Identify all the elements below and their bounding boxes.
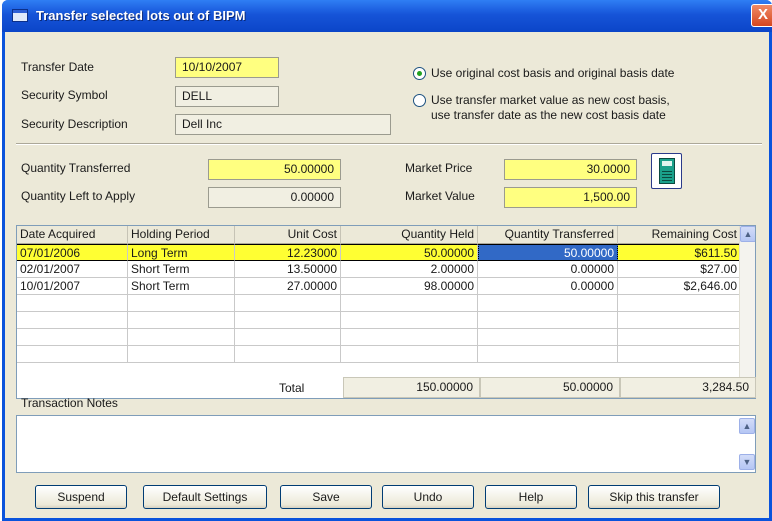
- market-price-label: Market Price: [405, 161, 473, 175]
- table-row[interactable]: 10/01/2007 Short Term 27.00000 98.00000 …: [17, 278, 741, 295]
- col-remaining-cost[interactable]: Remaining Cost: [618, 226, 741, 244]
- table-scrollbar[interactable]: ▲ ▼: [739, 226, 755, 398]
- total-quantity-held: 150.00000: [343, 377, 480, 398]
- close-button[interactable]: X: [751, 4, 772, 27]
- window-icon: [12, 9, 28, 22]
- basis-option-original-label: Use original cost basis and original bas…: [431, 66, 675, 80]
- cell-holding-period[interactable]: Short Term: [128, 261, 235, 278]
- scroll-up-icon[interactable]: ▲: [740, 226, 755, 242]
- scroll-down-icon[interactable]: ▼: [739, 454, 755, 470]
- cell-quantity-transferred[interactable]: 0.00000: [478, 278, 618, 295]
- transaction-notes-label: Transaction Notes: [21, 396, 118, 410]
- radio-original-basis[interactable]: [413, 67, 426, 80]
- security-description-field[interactable]: Dell Inc: [175, 114, 391, 135]
- basis-option-market[interactable]: Use transfer market value as new cost ba…: [413, 93, 670, 123]
- scroll-up-icon[interactable]: ▲: [739, 418, 755, 434]
- market-value-label: Market Value: [405, 189, 475, 203]
- skip-transfer-button[interactable]: Skip this transfer: [588, 485, 720, 509]
- qty-transferred-label: Quantity Transferred: [21, 161, 131, 175]
- title-bar[interactable]: Transfer selected lots out of BIPM X: [2, 0, 772, 32]
- transfer-dialog: Transfer selected lots out of BIPM X Tra…: [2, 0, 772, 521]
- cell-quantity-held[interactable]: 50.00000: [341, 244, 478, 261]
- market-value-field[interactable]: 1,500.00: [504, 187, 637, 208]
- separator: [16, 143, 762, 145]
- security-symbol-field[interactable]: DELL: [175, 86, 279, 107]
- calculator-icon: [659, 158, 675, 184]
- cell-holding-period[interactable]: Short Term: [128, 278, 235, 295]
- col-holding-period[interactable]: Holding Period: [128, 226, 235, 244]
- cell-unit-cost[interactable]: 27.00000: [235, 278, 341, 295]
- col-unit-cost[interactable]: Unit Cost: [235, 226, 341, 244]
- lots-table[interactable]: Date Acquired Holding Period Unit Cost Q…: [16, 225, 756, 399]
- basis-option-original[interactable]: Use original cost basis and original bas…: [413, 66, 674, 81]
- market-price-field[interactable]: 30.0000: [504, 159, 637, 180]
- security-description-label: Security Description: [21, 117, 128, 131]
- col-quantity-held[interactable]: Quantity Held: [341, 226, 478, 244]
- qty-left-label: Quantity Left to Apply: [21, 189, 136, 203]
- notes-scrollbar[interactable]: ▲ ▼: [739, 416, 755, 472]
- cell-quantity-held[interactable]: 98.00000: [341, 278, 478, 295]
- cell-remaining-cost[interactable]: $611.50: [618, 244, 741, 261]
- table-row[interactable]: 07/01/2006 Long Term 12.23000 50.00000 5…: [17, 244, 741, 261]
- default-settings-button[interactable]: Default Settings: [143, 485, 267, 509]
- total-remaining-cost: 3,284.50: [620, 377, 756, 398]
- save-button[interactable]: Save: [280, 485, 372, 509]
- cell-quantity-transferred-edit[interactable]: 50.00000: [478, 244, 618, 261]
- suspend-button[interactable]: Suspend: [35, 485, 127, 509]
- cell-quantity-transferred[interactable]: 0.00000: [478, 261, 618, 278]
- cell-remaining-cost[interactable]: $2,646.00: [618, 278, 741, 295]
- help-button[interactable]: Help: [485, 485, 577, 509]
- col-quantity-transferred[interactable]: Quantity Transferred: [478, 226, 618, 244]
- cell-unit-cost[interactable]: 13.50000: [235, 261, 341, 278]
- radio-market-basis[interactable]: [413, 94, 426, 107]
- cell-unit-cost[interactable]: 12.23000: [235, 244, 341, 261]
- qty-transferred-field[interactable]: 50.00000: [208, 159, 341, 180]
- cell-holding-period[interactable]: Long Term: [128, 244, 235, 261]
- table-row[interactable]: 02/01/2007 Short Term 13.50000 2.00000 0…: [17, 261, 741, 278]
- empty-row: [17, 295, 741, 312]
- transaction-notes-field[interactable]: ▲ ▼: [16, 415, 756, 473]
- transfer-date-field[interactable]: 10/10/2007: [175, 57, 279, 78]
- cell-quantity-held[interactable]: 2.00000: [341, 261, 478, 278]
- cell-date[interactable]: 02/01/2007: [17, 261, 128, 278]
- window-title: Transfer selected lots out of BIPM: [36, 8, 246, 23]
- undo-button[interactable]: Undo: [382, 485, 474, 509]
- cell-date[interactable]: 07/01/2006: [17, 244, 128, 261]
- empty-row: [17, 346, 741, 363]
- empty-row: [17, 329, 741, 346]
- security-symbol-label: Security Symbol: [21, 88, 108, 102]
- qty-left-field: 0.00000: [208, 187, 341, 208]
- transfer-date-label: Transfer Date: [21, 60, 94, 74]
- basis-option-market-label: Use transfer market value as new cost ba…: [431, 93, 670, 122]
- cell-remaining-cost[interactable]: $27.00: [618, 261, 741, 278]
- total-quantity-transferred: 50.00000: [480, 377, 620, 398]
- calculator-button[interactable]: [651, 153, 682, 189]
- col-date-acquired[interactable]: Date Acquired: [17, 226, 128, 244]
- table-header: Date Acquired Holding Period Unit Cost Q…: [17, 226, 741, 244]
- empty-row: [17, 312, 741, 329]
- cell-date[interactable]: 10/01/2007: [17, 278, 128, 295]
- total-label: Total: [279, 381, 305, 395]
